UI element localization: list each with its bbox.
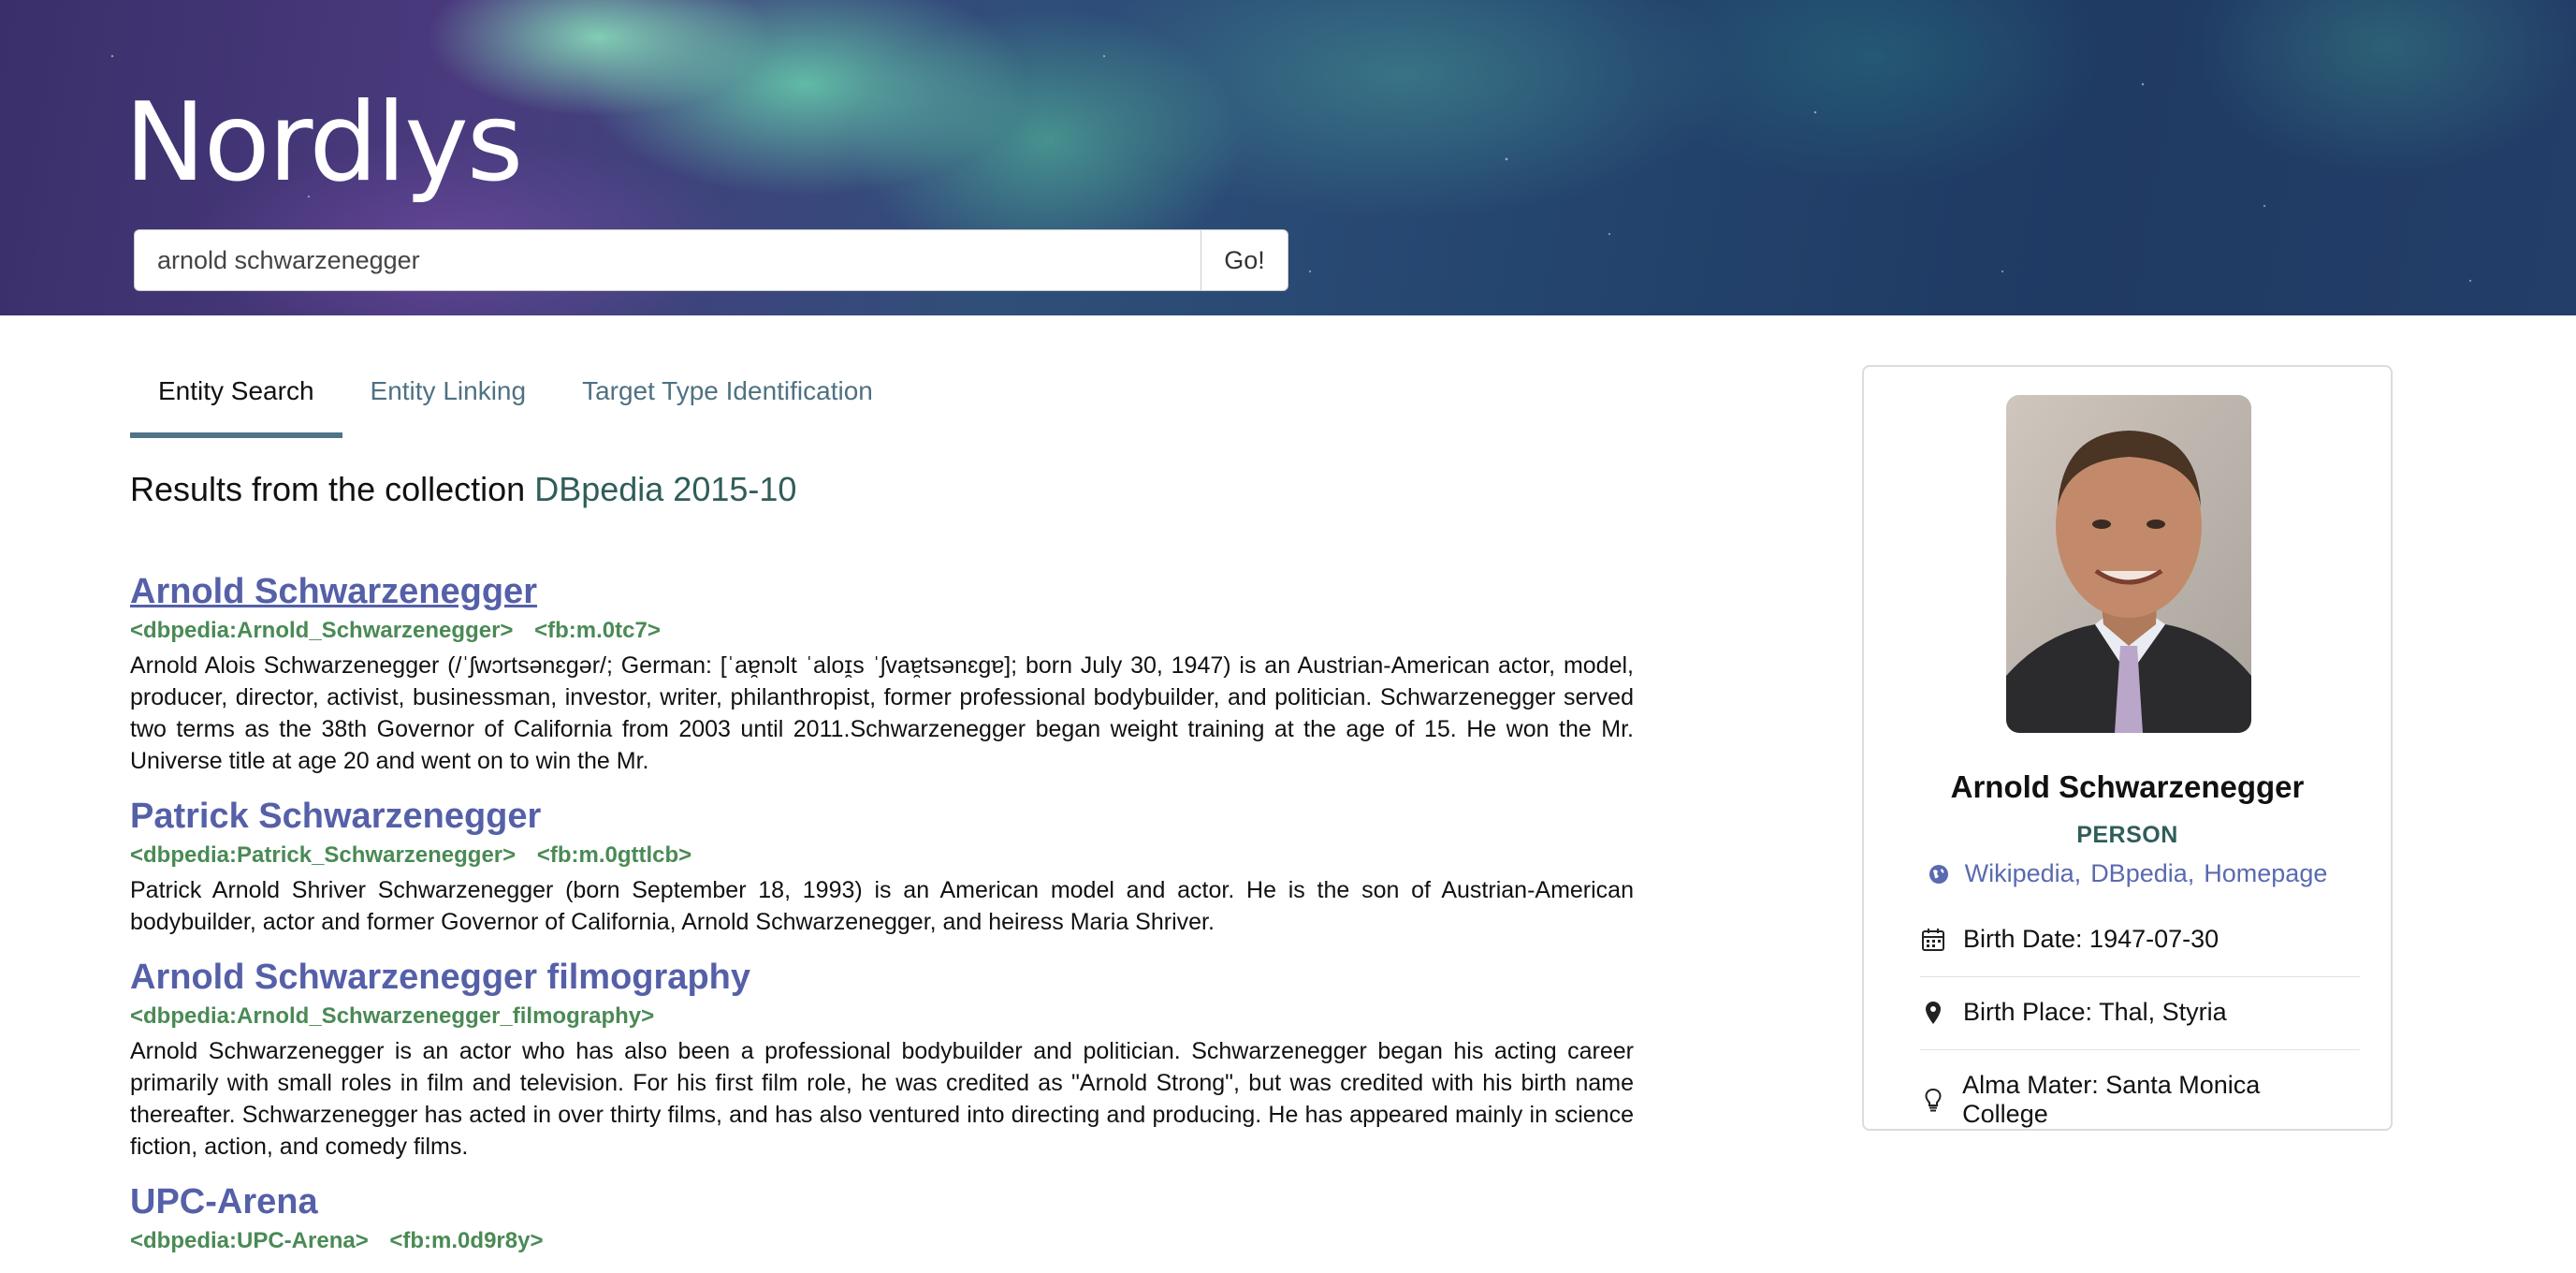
tab-entity-search[interactable]: Entity Search — [130, 367, 342, 438]
tab-bar: Entity Search Entity Linking Target Type… — [130, 367, 901, 438]
result-item: Arnold Schwarzenegger filmography <dbped… — [130, 957, 1634, 1163]
results-heading: Results from the collection DBpedia 2015… — [130, 470, 796, 509]
results-list: Arnold Schwarzenegger <dbpedia:Arnold_Sc… — [130, 571, 1634, 1273]
entity-links: Wikipedia, DBpedia, Homepage — [1864, 859, 2391, 892]
result-ids: <dbpedia:UPC-Arena> <fb:m.0d9r8y> — [130, 1228, 1634, 1254]
tab-target-type-identification[interactable]: Target Type Identification — [554, 367, 901, 438]
entity-card: Arnold Schwarzenegger PERSON Wikipedia, D… — [1862, 365, 2393, 1131]
results-heading-prefix: Results from the collection — [130, 470, 526, 508]
fact-alma-mater: Alma Mater: Santa Monica College — [1920, 1071, 2341, 1129]
dbpedia-id[interactable]: <dbpedia:Arnold_Schwarzenegger_filmograp… — [130, 1003, 654, 1029]
search-bar: Go! — [134, 229, 1288, 291]
entity-name: Arnold Schwarzenegger — [1950, 769, 2305, 804]
fact-birth-place: Birth Place: Thal, Styria — [1920, 998, 2341, 1027]
portrait-illustration — [2006, 395, 2251, 733]
homepage-link[interactable]: Homepage — [2204, 859, 2327, 887]
dbpedia-id[interactable]: <dbpedia:UPC-Arena> — [130, 1228, 369, 1253]
result-abstract: Arnold Schwarzenegger is an actor who ha… — [130, 1038, 1634, 1160]
go-button[interactable]: Go! — [1201, 229, 1288, 291]
freebase-id[interactable]: <fb:m.0tc7> — [534, 618, 661, 643]
divider — [1920, 976, 2360, 977]
map-marker-icon — [1920, 1000, 1946, 1026]
result-abstract: Arnold Alois Schwarzenegger (/ˈʃwɔrtsənɛ… — [130, 652, 1634, 774]
result-item: Arnold Schwarzenegger <dbpedia:Arnold_Sc… — [130, 571, 1634, 777]
result-ids: <dbpedia:Arnold_Schwarzenegger_filmograp… — [130, 1003, 1634, 1030]
wikipedia-link[interactable]: Wikipedia, — [1965, 859, 2082, 887]
header-banner: Nordlys Go! — [0, 0, 2576, 315]
entity-photo — [2006, 395, 2251, 733]
freebase-id[interactable]: <fb:m.0gttlcb> — [537, 842, 691, 868]
result-item: Patrick Schwarzenegger <dbpedia:Patrick_… — [130, 796, 1634, 938]
result-abstract: Patrick Arnold Shriver Schwarzenegger (b… — [130, 877, 1634, 935]
tab-entity-linking[interactable]: Entity Linking — [342, 367, 555, 438]
birth-date-text: Birth Date: 1947-07-30 — [1963, 925, 2219, 953]
search-input[interactable] — [134, 229, 1201, 291]
calendar-icon — [1920, 927, 1946, 953]
result-ids: <dbpedia:Arnold_Schwarzenegger> <fb:m.0t… — [130, 618, 1634, 644]
result-title-link[interactable]: Arnold Schwarzenegger filmography — [130, 957, 750, 998]
collection-name: DBpedia 2015-10 — [534, 470, 797, 508]
globe-icon — [1928, 863, 1950, 892]
alma-mater-text: Alma Mater: Santa Monica College — [1962, 1071, 2261, 1128]
dbpedia-id[interactable]: <dbpedia:Arnold_Schwarzenegger> — [130, 618, 513, 643]
result-title-link[interactable]: Arnold Schwarzenegger — [130, 571, 537, 612]
divider — [1920, 1049, 2360, 1050]
fact-birth-date: Birth Date: 1947-07-30 — [1920, 925, 2341, 954]
site-logo[interactable]: Nordlys — [124, 73, 523, 213]
result-item: UPC-Arena <dbpedia:UPC-Arena> <fb:m.0d9r… — [130, 1181, 1634, 1254]
result-title-link[interactable]: UPC-Arena — [130, 1181, 318, 1222]
lightbulb-icon — [1920, 1087, 1945, 1113]
birth-place-text: Birth Place: Thal, Styria — [1963, 998, 2227, 1026]
result-title-link[interactable]: Patrick Schwarzenegger — [130, 796, 541, 837]
dbpedia-link[interactable]: DBpedia, — [2090, 859, 2194, 887]
result-ids: <dbpedia:Patrick_Schwarzenegger> <fb:m.0… — [130, 842, 1634, 869]
freebase-id[interactable]: <fb:m.0d9r8y> — [389, 1228, 543, 1253]
dbpedia-id[interactable]: <dbpedia:Patrick_Schwarzenegger> — [130, 842, 516, 868]
entity-type: PERSON — [2076, 822, 2178, 848]
